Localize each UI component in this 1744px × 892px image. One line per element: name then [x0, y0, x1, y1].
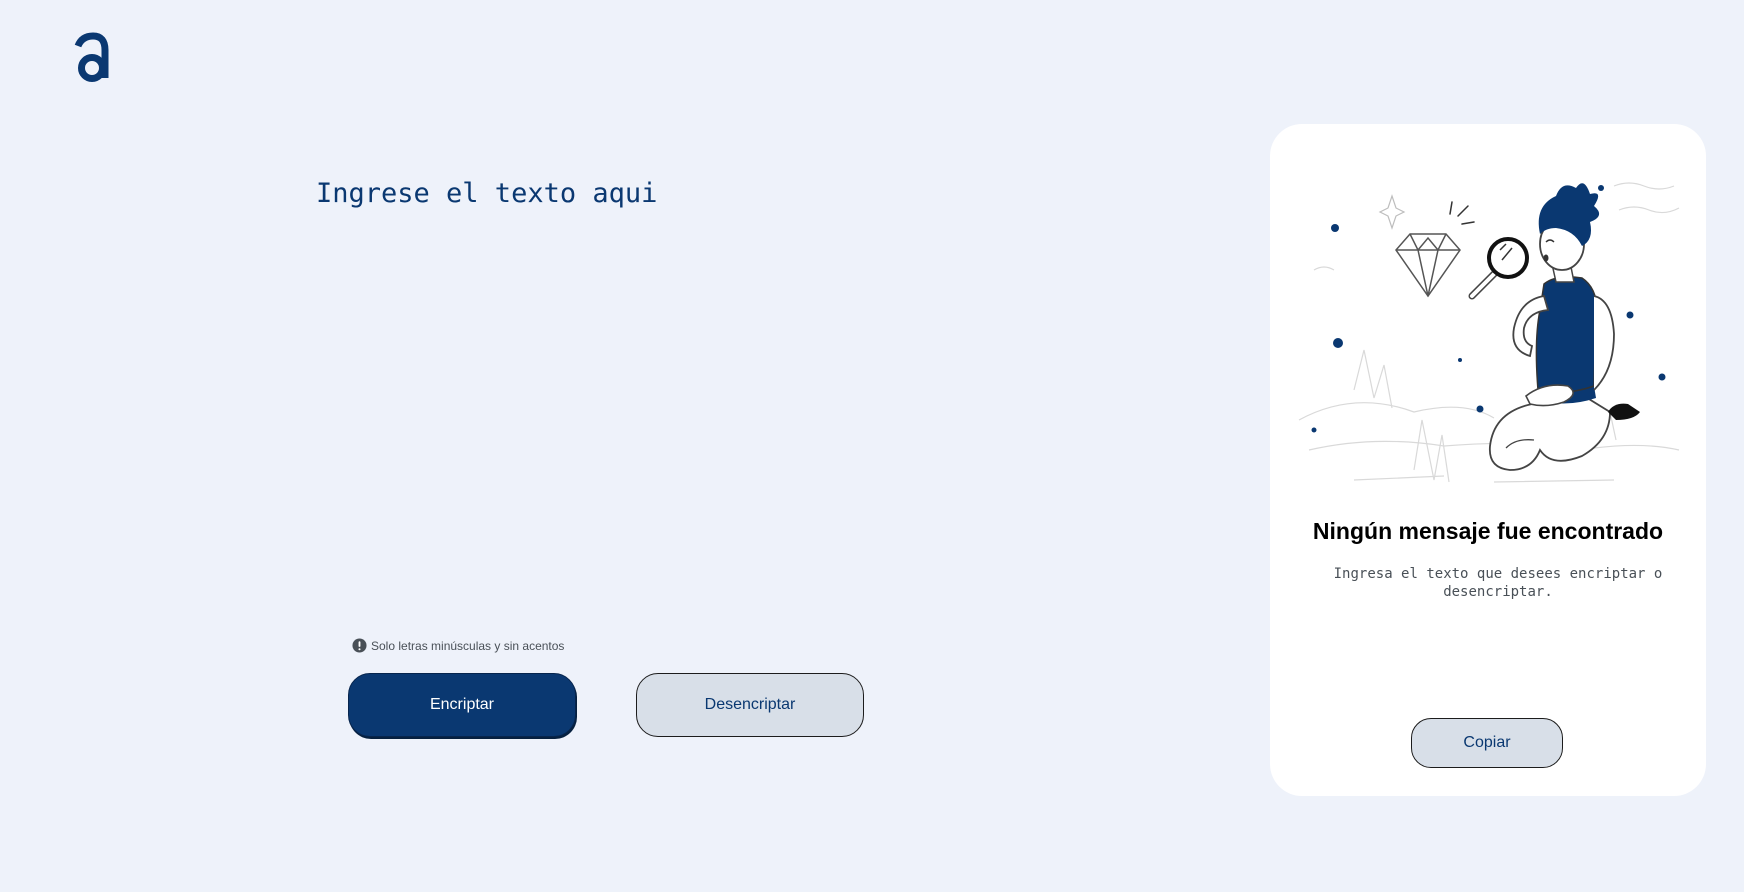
hint-message: Solo letras minúsculas y sin acentos	[352, 638, 564, 653]
person-with-magnifying-glass-illustration	[1298, 182, 1680, 483]
panel-title: Ningún mensaje fue encontrado	[1312, 518, 1664, 544]
text-input[interactable]	[316, 176, 1196, 596]
encrypt-button[interactable]: Encriptar	[348, 673, 576, 737]
alura-logo-icon[interactable]	[72, 32, 112, 86]
panel-description: Ingresa el texto que desees encriptar o …	[1333, 566, 1663, 600]
output-panel: Ningún mensaje fue encontrado Ingresa el…	[1270, 124, 1706, 796]
hint-text: Solo letras minúsculas y sin acentos	[371, 638, 565, 653]
copy-button[interactable]: Copiar	[1411, 718, 1563, 768]
exclamation-circle-icon	[352, 638, 367, 653]
decrypt-button[interactable]: Desencriptar	[636, 673, 864, 737]
